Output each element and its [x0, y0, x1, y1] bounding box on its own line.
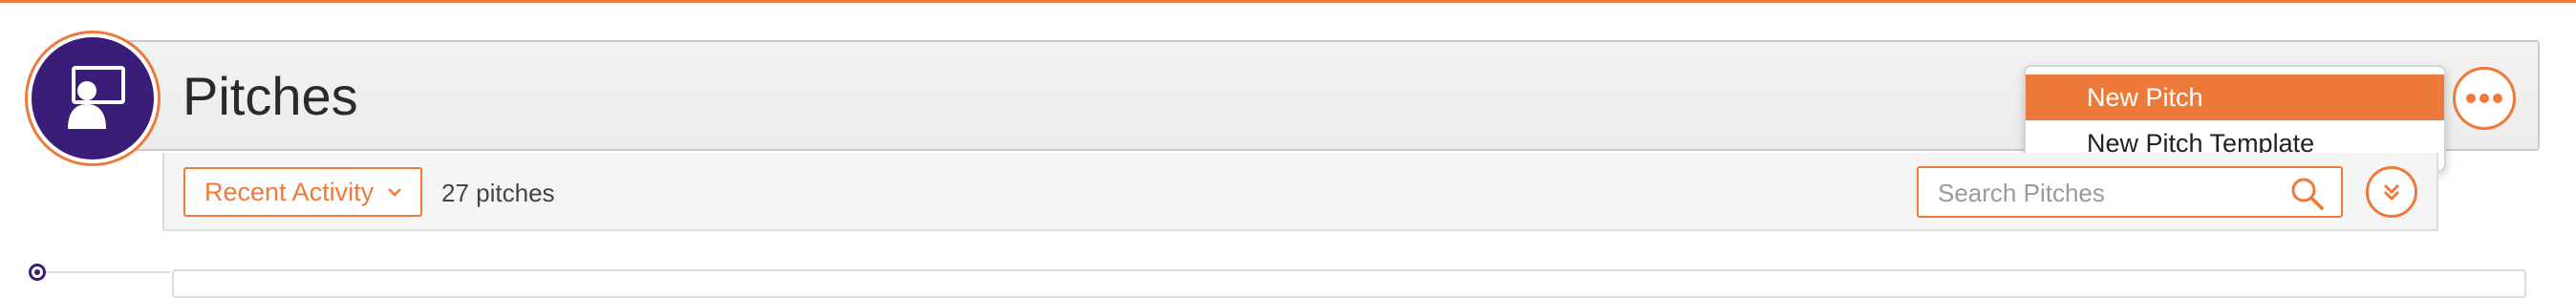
- top-accent-rule: [0, 0, 2576, 3]
- timeline-dot: [29, 264, 46, 281]
- search-input[interactable]: [1936, 176, 2284, 210]
- content-panel: [172, 269, 2526, 298]
- more-actions-button[interactable]: [2453, 67, 2516, 130]
- double-chevron-down-icon: [2383, 183, 2400, 202]
- sort-select[interactable]: Recent Activity: [183, 167, 422, 217]
- chevron-down-icon: [388, 188, 401, 197]
- menu-item-new-pitch[interactable]: New Pitch: [2026, 74, 2444, 120]
- ellipsis-icon: [2466, 94, 2502, 103]
- search-icon[interactable]: [2289, 176, 2326, 212]
- presenter-screen-icon: [68, 66, 125, 129]
- page-title: Pitches: [182, 66, 358, 126]
- pitch-count: 27 pitches: [441, 179, 555, 207]
- timeline-line: [46, 271, 170, 273]
- search-box: [1917, 166, 2343, 218]
- sort-select-label: Recent Activity: [204, 178, 375, 206]
- avatar: [32, 37, 154, 160]
- expand-filters-button[interactable]: [2366, 166, 2417, 218]
